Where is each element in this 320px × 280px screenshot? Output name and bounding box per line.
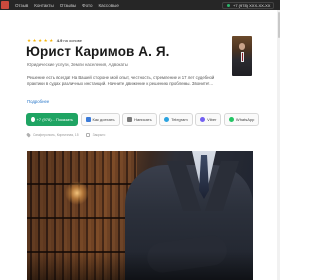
show-phone-button[interactable]: +7 (978)... Показать	[26, 113, 78, 126]
photo-shadow	[27, 251, 253, 280]
message-icon	[127, 117, 133, 122]
site-logo[interactable]	[1, 1, 9, 9]
scrollbar-thumb[interactable]	[277, 12, 280, 38]
lamp-glow	[65, 181, 89, 205]
show-phone-label: +7 (978)... Показать	[36, 117, 73, 122]
main-nav: Отзыв Контакты Отзывы Фото Кассовые	[15, 3, 119, 8]
shelf-divider	[27, 217, 137, 219]
address-text[interactable]: Симферополь, Кирпичная, 15	[33, 133, 79, 137]
category-subtitle: Юридические услуги, Земли населения, Адв…	[27, 62, 128, 67]
header-phone-button[interactable]: +7 (978) ХХХ-ХХ-ХХ	[222, 1, 274, 9]
lawyer-avatar[interactable]	[232, 36, 252, 76]
telegram-button[interactable]: Telegram	[159, 113, 193, 126]
telegram-icon	[164, 117, 170, 122]
message-label: Написать	[134, 117, 152, 122]
phone-icon	[31, 117, 35, 122]
read-more-link[interactable]: Подробнее	[27, 99, 49, 104]
schedule-text: Закрыто	[92, 133, 106, 137]
nav-item-contacts[interactable]: Контакты	[34, 3, 53, 8]
whatsapp-icon	[228, 117, 234, 122]
viber-button[interactable]: Viber	[195, 113, 222, 126]
viber-label: Viber	[207, 117, 217, 122]
hero-photo	[27, 151, 253, 280]
route-label: Как доехать	[92, 117, 115, 122]
avatar-tie	[241, 53, 243, 61]
company-description: Решение есть всегда! На Вашей стороне мо…	[27, 75, 215, 87]
location-pin-icon	[26, 132, 31, 138]
contact-actions: +7 (978)... Показать Как доехать Написат…	[26, 113, 260, 126]
nav-item-reviews[interactable]: Отзывы	[60, 3, 76, 8]
whatsapp-label: WhatsApp	[235, 117, 255, 122]
phone-icon	[227, 3, 230, 7]
star-icon: ★	[43, 38, 48, 43]
meta-row: Симферополь, Кирпичная, 15 Закрыто	[26, 132, 106, 138]
star-icon: ★	[27, 38, 32, 43]
star-icon: ★	[38, 38, 43, 43]
whatsapp-button[interactable]: WhatsApp	[223, 113, 260, 126]
nav-item-review[interactable]: Отзыв	[15, 3, 28, 8]
star-icon: ★	[49, 38, 54, 43]
star-icon: ★	[32, 38, 37, 43]
message-button[interactable]: Написать	[122, 113, 157, 126]
rating-value[interactable]: 4.9 на основе	[57, 38, 82, 43]
avatar-face	[239, 43, 245, 50]
clock-icon	[85, 133, 90, 137]
telegram-label: Telegram	[171, 117, 188, 122]
top-navigation-bar: Отзыв Контакты Отзывы Фото Кассовые +7 (…	[0, 0, 280, 10]
route-button[interactable]: Как доехать	[80, 113, 120, 126]
page-scrollbar[interactable]	[277, 10, 280, 280]
page-title: Юрист Каримов А. Я.	[26, 44, 170, 59]
viber-icon	[200, 117, 206, 122]
route-icon	[85, 117, 91, 122]
nav-item-photos[interactable]: Фото	[82, 3, 92, 8]
nav-item-more[interactable]: Кассовые	[99, 3, 119, 8]
header-phone-text: +7 (978) ХХХ-ХХ-ХХ	[233, 2, 271, 8]
rating-row: ★ ★ ★ ★ ★ 4.9 на основе	[27, 38, 82, 43]
